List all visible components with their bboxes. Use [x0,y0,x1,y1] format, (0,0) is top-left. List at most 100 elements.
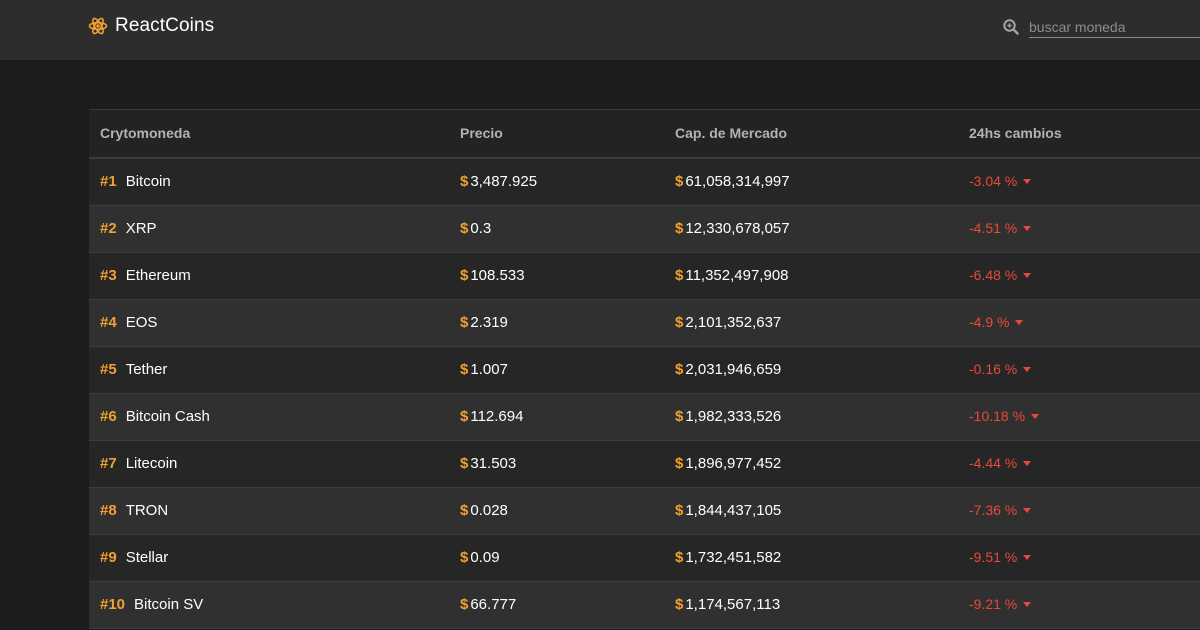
currency-symbol: $ [460,173,469,190]
change-cell: -9.51 % [969,549,1032,565]
percent-sign: % [1000,361,1018,377]
market-cap-value: 1,844,437,105 [685,502,782,519]
caret-down-icon [1023,226,1032,231]
header-price[interactable]: Precio [460,125,503,141]
currency-symbol: $ [675,220,684,237]
caret-down-icon [1023,367,1032,372]
percent-sign: % [1000,549,1018,565]
caret-down-icon [1031,414,1040,419]
caret-down-icon [1015,320,1024,325]
table-row[interactable]: #3 Ethereum $108.533 $11,352,497,908 -6.48 % [89,253,1200,300]
coin-name: Litecoin [125,455,178,472]
coin-rank: #1 [100,173,117,190]
coin-cell: #5 Tether [100,361,167,378]
table-row[interactable]: #7 Litecoin $31.503 $1,896,977,452 -4.44 % [89,441,1200,488]
change-value: -9.21 [969,596,1001,612]
change-value: -9.51 [969,549,1001,565]
coin-name: Ethereum [125,267,191,284]
table-row[interactable]: #2 XRP $0.3 $12,330,678,057 -4.51 % [89,206,1200,253]
table-row[interactable]: #6 Bitcoin Cash $112.694 $1,982,333,526 -10.… [89,394,1200,441]
change-cell: -4.9 % [969,314,1024,330]
change-value: -7.36 [969,502,1001,518]
coin-rank: #9 [100,549,117,566]
price-value: 66.777 [470,596,517,613]
change-value: -4.44 [969,455,1001,471]
caret-down-icon [1023,179,1032,184]
coin-cell: #8 TRON [100,502,168,519]
price-value: 108.533 [470,267,525,284]
currency-symbol: $ [460,549,469,566]
price-value: 0.09 [470,549,500,566]
market-cap-cell: $61,058,314,997 [675,173,790,190]
caret-down-icon [1023,508,1032,513]
market-cap-value: 11,352,497,908 [685,267,789,284]
price-value: 31.503 [470,455,517,472]
market-cap-cell: $11,352,497,908 [675,267,789,284]
market-cap-value: 2,101,352,637 [685,314,782,331]
table-header: Crytomoneda Precio Cap. de Mercado 24hs … [89,110,1200,159]
table-row[interactable]: #8 TRON $0.028 $1,844,437,105 -7.36 % [89,488,1200,535]
change-value: -4.9 [969,314,994,330]
currency-symbol: $ [460,267,469,284]
top-header: ReactCoins [0,0,1200,60]
market-cap-cell: $1,174,567,113 [675,596,780,613]
percent-sign: % [993,314,1010,330]
crypto-table: Crytomoneda Precio Cap. de Mercado 24hs … [89,109,1200,629]
change-cell: -6.48 % [969,267,1032,283]
percent-sign: % [1000,596,1018,612]
price-cell: $2.319 [460,314,508,331]
market-cap-value: 2,031,946,659 [685,361,782,378]
header-market-cap[interactable]: Cap. de Mercado [675,125,787,141]
percent-sign: % [1000,220,1018,236]
price-cell: $3,487.925 [460,173,537,190]
price-cell: $66.777 [460,596,516,613]
header-cryptocurrency[interactable]: Crytomoneda [100,125,190,141]
coin-cell: #6 Bitcoin Cash [100,408,210,425]
coin-rank: #3 [100,267,117,284]
table-row[interactable]: #9 Stellar $0.09 $1,732,451,582 -9.51 % [89,535,1200,582]
change-cell: -9.21 % [969,596,1032,612]
change-cell: -4.44 % [969,455,1032,471]
market-cap-cell: $1,896,977,452 [675,455,781,472]
currency-symbol: $ [460,408,469,425]
change-cell: -7.36 % [969,502,1032,518]
coin-name: Bitcoin [125,173,171,190]
currency-symbol: $ [460,502,469,519]
caret-down-icon [1023,461,1032,466]
currency-symbol: $ [675,455,684,472]
coin-name: XRP [125,220,157,237]
search-input[interactable] [1029,16,1200,38]
atom-icon [88,16,108,36]
coin-rank: #4 [100,314,117,331]
coin-name: Bitcoin Cash [125,408,210,425]
market-cap-cell: $2,031,946,659 [675,361,781,378]
market-cap-cell: $1,982,333,526 [675,408,781,425]
header-24h-change[interactable]: 24hs cambios [969,125,1062,141]
price-cell: $112.694 [460,408,523,425]
table-row[interactable]: #5 Tether $1.007 $2,031,946,659 -0.16 % [89,347,1200,394]
market-cap-cell: $2,101,352,637 [675,314,781,331]
change-value: -6.48 [969,267,1001,283]
coin-rank: #5 [100,361,117,378]
currency-symbol: $ [460,361,469,378]
coin-name: Tether [125,361,168,378]
change-value: -0.16 [969,361,1001,377]
coin-cell: #2 XRP [100,220,157,237]
price-cell: $0.028 [460,502,508,519]
currency-symbol: $ [460,220,469,237]
table-row[interactable]: #4 EOS $2.319 $2,101,352,637 -4.9 % [89,300,1200,347]
price-value: 112.694 [470,408,524,425]
search-icon[interactable] [1002,18,1020,41]
app-logo[interactable]: ReactCoins [88,14,214,38]
change-cell: -4.51 % [969,220,1032,236]
coin-rank: #2 [100,220,117,237]
coin-name: EOS [125,314,158,331]
change-value: -4.51 [969,220,1001,236]
table-row[interactable]: #1 Bitcoin $3,487.925 $61,058,314,997 -3.04 … [89,159,1200,206]
price-cell: $31.503 [460,455,516,472]
table-row[interactable]: #10 Bitcoin SV $66.777 $1,174,567,113 -9.21 … [89,582,1200,629]
coin-rank: #7 [100,455,117,472]
market-cap-value: 1,896,977,452 [685,455,782,472]
currency-symbol: $ [675,173,684,190]
currency-symbol: $ [675,314,684,331]
